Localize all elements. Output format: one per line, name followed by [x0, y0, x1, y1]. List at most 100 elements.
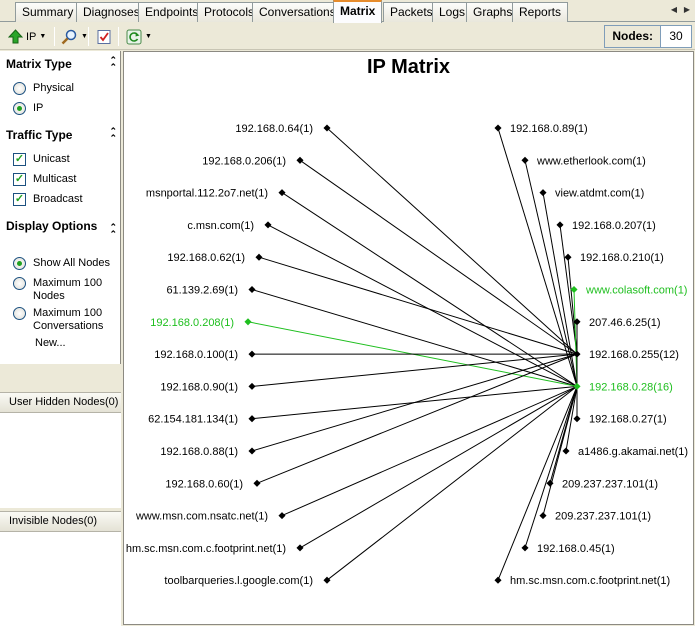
matrix-type-ip-option[interactable]: IP — [13, 102, 43, 115]
node-right-www-colasoft-com-1[interactable]: www.colasoft.com(1) — [570, 285, 687, 297]
node-marker[interactable] — [278, 512, 286, 520]
node-marker[interactable] — [248, 447, 256, 455]
node-marker[interactable] — [248, 285, 256, 294]
display-options-header[interactable]: Display Options ⌃ ⌃ — [0, 216, 121, 239]
collapse-icon[interactable]: ⌃ ⌃ — [109, 56, 117, 72]
node-marker[interactable] — [573, 415, 581, 423]
node-right-192-168-0-89-1[interactable]: 192.168.0.89(1) — [494, 123, 588, 135]
node-left-c-msn-com-1[interactable]: c.msn.com(1) — [187, 220, 272, 232]
node-label[interactable]: 192.168.0.64(1) — [235, 123, 313, 135]
traffic-type-header[interactable]: Traffic Type ⌃ ⌃ — [0, 125, 121, 145]
physical-radio[interactable] — [13, 82, 26, 95]
tab-summary[interactable]: Summary — [15, 2, 81, 22]
tab-matrix[interactable]: Matrix — [333, 0, 383, 23]
node-left-192-168-0-100-1[interactable]: 192.168.0.100(1) — [154, 349, 256, 361]
node-left-192-168-0-206-1[interactable]: 192.168.0.206(1) — [202, 155, 304, 167]
node-label[interactable]: 192.168.0.207(1) — [572, 220, 656, 232]
node-left-192-168-0-62-1[interactable]: 192.168.0.62(1) — [167, 252, 263, 264]
node-marker[interactable] — [264, 221, 272, 229]
nodes-count-field[interactable]: 30 — [661, 26, 691, 47]
node-marker[interactable] — [296, 156, 304, 164]
matrix-type-dropdown[interactable]: IP ▼ — [6, 26, 48, 47]
ip-matrix-view[interactable]: IP Matrix 192.168.0.64(1) 192.168.0.206(1… — [123, 51, 694, 625]
new-option-link[interactable]: New... — [35, 337, 66, 349]
node-label[interactable]: 209.237.237.101(1) — [562, 478, 658, 490]
node-label[interactable]: c.msn.com(1) — [187, 220, 254, 232]
node-marker[interactable] — [556, 221, 564, 229]
node-marker[interactable] — [521, 156, 529, 164]
node-label[interactable]: 61.139.2.69(1) — [166, 285, 238, 297]
node-left-62-154-181-134-1[interactable]: 62.154.181.134(1) — [148, 414, 256, 426]
matrix-type-physical-option[interactable]: Physical — [13, 82, 74, 95]
tab-endpoints[interactable]: Endpoints — [138, 2, 206, 22]
node-marker[interactable] — [248, 350, 256, 358]
matrix-type-header[interactable]: Matrix Type ⌃ ⌃ — [0, 54, 121, 74]
max-100-conversations-radio[interactable] — [13, 307, 26, 320]
node-label[interactable]: 209.237.237.101(1) — [555, 511, 651, 523]
panel-splitter[interactable] — [0, 364, 121, 392]
ip-radio[interactable] — [13, 102, 26, 115]
node-right-192-168-0-207-1[interactable]: 192.168.0.207(1) — [556, 220, 656, 232]
multicast-option[interactable]: ✓ Multicast — [13, 173, 76, 186]
node-marker[interactable] — [296, 544, 304, 552]
node-marker[interactable] — [539, 512, 547, 520]
node-marker[interactable] — [564, 253, 572, 261]
node-right-view-atdmt-com-1[interactable]: view.atdmt.com(1) — [539, 188, 644, 200]
node-label[interactable]: 192.168.0.210(1) — [580, 252, 664, 264]
tab-reports[interactable]: Reports — [512, 2, 569, 22]
node-label[interactable]: view.atdmt.com(1) — [555, 188, 644, 200]
node-label[interactable]: 192.168.0.88(1) — [160, 446, 238, 458]
max-100-nodes-radio[interactable] — [13, 277, 26, 290]
collapse-icon[interactable]: ⌃ ⌃ — [109, 223, 117, 239]
node-label[interactable]: a1486.g.akamai.net(1) — [578, 446, 688, 458]
node-right-192-168-0-45-1[interactable]: 192.168.0.45(1) — [521, 543, 615, 555]
node-marker[interactable] — [562, 447, 570, 455]
node-left-www-msn-com-nsatc-net-1[interactable]: www.msn.com.nsatc.net(1) — [135, 511, 286, 523]
node-label[interactable]: www.msn.com.nsatc.net(1) — [135, 511, 268, 523]
node-right-192-168-0-27-1[interactable]: 192.168.0.27(1) — [573, 414, 667, 426]
node-label[interactable]: 192.168.0.45(1) — [537, 543, 615, 555]
node-marker[interactable] — [278, 189, 286, 197]
node-label[interactable]: msnportal.112.2o7.net(1) — [146, 188, 268, 200]
node-right-hm-sc-msn-com-c-footprint-net-1[interactable]: hm.sc.msn.com.c.footprint.net(1) — [494, 575, 670, 587]
node-left-msnportal-112-2o7-net-1[interactable]: msnportal.112.2o7.net(1) — [146, 188, 286, 200]
node-label[interactable]: hm.sc.msn.com.c.footprint.net(1) — [126, 543, 286, 555]
refresh-button[interactable]: ▼ — [124, 26, 154, 47]
invisible-nodes-header[interactable]: Invisible Nodes(0) — [0, 511, 121, 532]
node-left-192-168-0-90-1[interactable]: 192.168.0.90(1) — [160, 381, 256, 393]
node-marker[interactable] — [494, 124, 502, 132]
node-left-hm-sc-msn-com-c-footprint-net-1[interactable]: hm.sc.msn.com.c.footprint.net(1) — [126, 543, 304, 555]
broadcast-checkbox[interactable]: ✓ — [13, 193, 26, 206]
node-label[interactable]: 192.168.0.89(1) — [510, 123, 588, 135]
user-hidden-nodes-header[interactable]: User Hidden Nodes(0) — [0, 392, 121, 413]
max-100-nodes-option[interactable]: Maximum 100 Nodes — [13, 277, 118, 303]
collapse-icon[interactable]: ⌃ ⌃ — [109, 127, 117, 143]
node-label[interactable]: 192.168.0.100(1) — [154, 349, 238, 361]
show-all-nodes-option[interactable]: Show All Nodes — [13, 257, 110, 270]
node-label[interactable]: 62.154.181.134(1) — [148, 414, 238, 426]
node-marker[interactable] — [255, 253, 263, 261]
max-100-conversations-option[interactable]: Maximum 100 Conversations — [13, 307, 118, 333]
node-left-192-168-0-88-1[interactable]: 192.168.0.88(1) — [160, 446, 256, 458]
tab-scroll-left-icon[interactable]: ◀ — [668, 3, 680, 17]
node-left-192-168-0-208-1[interactable]: 192.168.0.208(1) — [150, 317, 252, 329]
node-right-192-168-0-255-12[interactable]: 192.168.0.255(12) — [573, 349, 679, 361]
node-marker[interactable] — [539, 189, 547, 197]
node-right-209-237-237-101-1[interactable]: 209.237.237.101(1) — [539, 511, 651, 523]
unicast-checkbox[interactable]: ✓ — [13, 153, 26, 166]
node-label[interactable]: 192.168.0.208(1) — [150, 317, 234, 329]
tab-diagnoses[interactable]: Diagnoses — [76, 2, 147, 22]
node-right-192-168-0-210-1[interactable]: 192.168.0.210(1) — [564, 252, 664, 264]
node-label[interactable]: hm.sc.msn.com.c.footprint.net(1) — [510, 575, 670, 587]
node-label[interactable]: toolbarqueries.l.google.com(1) — [164, 575, 313, 587]
node-label[interactable]: 192.168.0.90(1) — [160, 381, 238, 393]
node-marker[interactable] — [248, 382, 256, 390]
node-right-a1486-g-akamai-net-1[interactable]: a1486.g.akamai.net(1) — [562, 446, 688, 458]
node-marker[interactable] — [253, 479, 261, 487]
node-left-192-168-0-64-1[interactable]: 192.168.0.64(1) — [235, 123, 331, 135]
show-all-nodes-radio[interactable] — [13, 257, 26, 270]
node-marker[interactable] — [521, 544, 529, 552]
node-marker[interactable] — [244, 318, 252, 326]
tab-conversations[interactable]: Conversations — [252, 2, 343, 22]
node-right-www-etherlook-com-1[interactable]: www.etherlook.com(1) — [521, 155, 646, 167]
